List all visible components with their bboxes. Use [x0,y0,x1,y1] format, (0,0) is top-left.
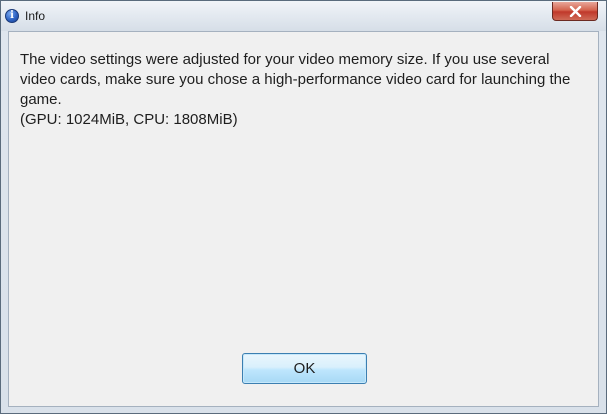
window-title: Info [25,9,46,23]
memory-info: (GPU: 1024MiB, CPU: 1808MiB) [20,111,238,128]
dialog-content: The video settings were adjusted for you… [8,31,599,407]
close-icon [569,6,582,17]
message-text: The video settings were adjusted for you… [20,50,585,130]
close-button[interactable] [552,2,598,21]
info-icon: i [5,9,19,23]
ok-button[interactable]: OK [242,353,367,384]
message-body: The video settings were adjusted for you… [20,51,571,108]
title-bar[interactable]: i Info [1,1,606,31]
info-dialog: i Info The video settings were adjusted … [0,0,607,414]
